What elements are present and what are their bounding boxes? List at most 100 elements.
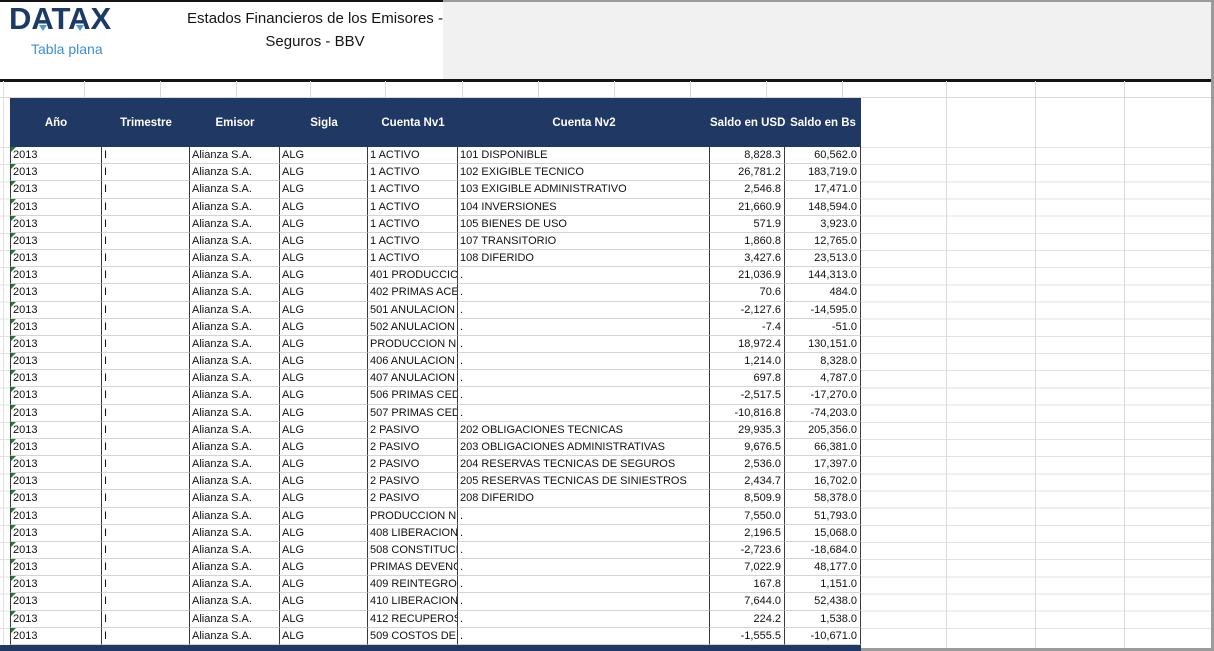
cell[interactable]: 70.6 [710, 284, 785, 301]
cell[interactable]: Alianza S.A. [190, 147, 280, 164]
cell[interactable]: 2 PASIVO [368, 456, 458, 473]
cell[interactable]: 102 EXIGIBLE TECNICO [458, 164, 710, 181]
cell[interactable]: 410 LIBERACION DE [368, 593, 458, 610]
cell[interactable]: I [102, 576, 190, 593]
cell[interactable]: 2013 [10, 353, 102, 370]
cell[interactable]: Alianza S.A. [190, 370, 280, 387]
cell[interactable]: 8,828.3 [710, 147, 785, 164]
cell[interactable]: 2013 [10, 456, 102, 473]
cell[interactable]: ALG [280, 250, 368, 267]
cell[interactable]: I [102, 456, 190, 473]
cell[interactable]: ALG [280, 593, 368, 610]
cell[interactable]: 1,860.8 [710, 233, 785, 250]
cell[interactable]: . [458, 525, 710, 542]
cell[interactable]: 406 ANULACION PR [368, 353, 458, 370]
column-header[interactable]: Cuenta Nv2 [458, 117, 710, 129]
cell[interactable]: ALG [280, 490, 368, 507]
cell[interactable]: 2,434.7 [710, 473, 785, 490]
cell[interactable]: 208 DIFERIDO [458, 490, 710, 507]
cell[interactable]: 508 CONSTITUCION [368, 542, 458, 559]
cell[interactable]: 401 PRODUCCION [368, 267, 458, 284]
cell[interactable]: PRODUCCION NETA [368, 336, 458, 353]
cell[interactable]: 18,972.4 [710, 336, 785, 353]
cell[interactable]: ALG [280, 319, 368, 336]
cell[interactable]: 52,438.0 [785, 593, 861, 610]
cell[interactable]: . [458, 559, 710, 576]
cell[interactable]: ALG [280, 542, 368, 559]
cell[interactable]: 1 ACTIVO [368, 199, 458, 216]
cell[interactable]: . [458, 336, 710, 353]
cell[interactable]: 2013 [10, 525, 102, 542]
cell[interactable]: Alianza S.A. [190, 456, 280, 473]
cell[interactable]: 2013 [10, 387, 102, 404]
cell[interactable]: I [102, 302, 190, 319]
cell[interactable]: Alianza S.A. [190, 181, 280, 198]
cell[interactable]: 2013 [10, 542, 102, 559]
cell[interactable]: I [102, 525, 190, 542]
cell[interactable]: ALG [280, 473, 368, 490]
cell[interactable]: Alianza S.A. [190, 199, 280, 216]
cell[interactable]: -10,816.8 [710, 405, 785, 422]
cell[interactable]: 2013 [10, 439, 102, 456]
cell[interactable]: 2 PASIVO [368, 473, 458, 490]
cell[interactable]: 58,378.0 [785, 490, 861, 507]
cell[interactable]: 16,702.0 [785, 473, 861, 490]
cell[interactable]: 3,923.0 [785, 216, 861, 233]
cell[interactable]: -2,127.6 [710, 302, 785, 319]
cell[interactable]: I [102, 593, 190, 610]
cell[interactable]: 4,787.0 [785, 370, 861, 387]
cell[interactable]: 2013 [10, 508, 102, 525]
cell[interactable]: 2013 [10, 611, 102, 628]
cell[interactable]: ALG [280, 302, 368, 319]
cell[interactable]: ALG [280, 233, 368, 250]
cell[interactable]: -7.4 [710, 319, 785, 336]
cell[interactable]: 2013 [10, 628, 102, 645]
cell[interactable]: 7,550.0 [710, 508, 785, 525]
cell[interactable]: 2 PASIVO [368, 439, 458, 456]
cell[interactable]: ALG [280, 147, 368, 164]
cell[interactable]: I [102, 319, 190, 336]
cell[interactable]: ALG [280, 525, 368, 542]
cell[interactable]: I [102, 611, 190, 628]
cell[interactable]: 1 ACTIVO [368, 147, 458, 164]
cell[interactable]: I [102, 147, 190, 164]
cell[interactable]: 1 ACTIVO [368, 181, 458, 198]
cell[interactable]: ALG [280, 508, 368, 525]
cell[interactable]: Alianza S.A. [190, 611, 280, 628]
cell[interactable]: . [458, 405, 710, 422]
cell[interactable]: Alianza S.A. [190, 576, 280, 593]
cell[interactable]: . [458, 284, 710, 301]
cell[interactable]: -2,723.6 [710, 542, 785, 559]
cell[interactable]: -17,270.0 [785, 387, 861, 404]
cell[interactable]: -18,684.0 [785, 542, 861, 559]
column-header[interactable]: Sigla [280, 117, 368, 129]
cell[interactable]: -10,671.0 [785, 628, 861, 645]
cell[interactable]: . [458, 302, 710, 319]
cell[interactable]: . [458, 576, 710, 593]
cell[interactable]: I [102, 216, 190, 233]
cell[interactable]: 12,765.0 [785, 233, 861, 250]
column-header[interactable]: Cuenta Nv1 [368, 117, 458, 129]
cell[interactable]: 408 LIBERACION DE [368, 525, 458, 542]
cell[interactable]: I [102, 370, 190, 387]
column-header[interactable]: Saldo en Bs [785, 117, 861, 129]
cell[interactable]: . [458, 508, 710, 525]
column-header[interactable]: Año [10, 117, 102, 129]
cell[interactable]: ALG [280, 387, 368, 404]
cell[interactable]: 1 ACTIVO [368, 233, 458, 250]
cell[interactable]: Alianza S.A. [190, 525, 280, 542]
cell[interactable]: 2013 [10, 370, 102, 387]
cell[interactable]: 204 RESERVAS TECNICAS DE SEGUROS [458, 456, 710, 473]
cell[interactable]: Alianza S.A. [190, 284, 280, 301]
cell[interactable]: I [102, 422, 190, 439]
cell[interactable]: ALG [280, 336, 368, 353]
cell[interactable]: I [102, 267, 190, 284]
cell[interactable]: ALG [280, 216, 368, 233]
cell[interactable]: 2013 [10, 576, 102, 593]
cell[interactable]: Alianza S.A. [190, 628, 280, 645]
cell[interactable]: I [102, 250, 190, 267]
cell[interactable]: 2013 [10, 302, 102, 319]
cell[interactable]: I [102, 542, 190, 559]
cell[interactable]: Alianza S.A. [190, 405, 280, 422]
cell[interactable]: Alianza S.A. [190, 593, 280, 610]
